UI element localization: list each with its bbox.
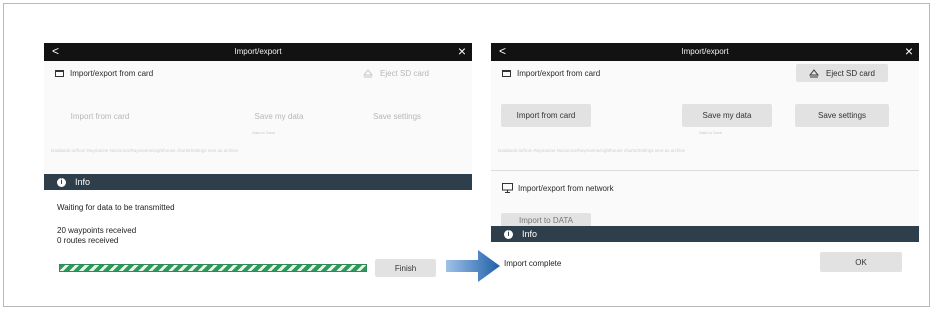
title-bar: < Import/export × [44, 43, 472, 61]
page-title: Import/export [234, 47, 282, 56]
progress-fill [60, 265, 366, 271]
import-from-card-button[interactable]: Import from card [55, 105, 145, 127]
right-screen: < Import/export × Import/export from car… [491, 43, 919, 284]
info-label: Info [75, 177, 91, 187]
card-section-label: Import/export from card [70, 69, 154, 78]
import-from-card-button[interactable]: Import from card [501, 104, 591, 127]
info-icon: i [57, 177, 66, 187]
figure-frame: < Import/export × Import/export from car… [3, 3, 930, 307]
status-message: Waiting for data to be transmitted [57, 203, 175, 212]
import-complete-message: Import complete [504, 259, 562, 268]
monitor-icon [502, 183, 513, 193]
card-fineprint: Databank to/from Raymarine Navionics/Ray… [498, 148, 686, 153]
network-section-label: Import/export from network [518, 184, 614, 193]
left-screen: < Import/export × Import/export from car… [44, 43, 472, 284]
info-icon: i [504, 229, 513, 239]
eject-sd-button[interactable]: Eject SD card [350, 64, 442, 82]
waypoints-count: 20 waypoints received [57, 226, 137, 235]
card-section-label: Import/export from card [517, 69, 601, 78]
close-icon[interactable]: × [905, 44, 913, 58]
save-settings-button[interactable]: Save settings [347, 105, 447, 127]
close-icon[interactable]: × [458, 44, 466, 58]
page-title: Import/export [681, 47, 729, 56]
info-dialog-header: i Info [44, 174, 472, 190]
network-section-heading: Import/export from network [502, 183, 614, 193]
eject-label: Eject SD card [380, 68, 429, 78]
card-section-heading: Import/export from card [502, 69, 600, 78]
save-my-data-button[interactable]: Save my data [682, 104, 772, 127]
save-my-data-button[interactable]: Save my data [234, 105, 324, 127]
save-settings-button[interactable]: Save settings [795, 104, 889, 127]
eject-icon [809, 68, 820, 77]
ok-button[interactable]: OK [820, 252, 902, 272]
routes-count: 0 routes received [57, 236, 119, 245]
finish-button[interactable]: Finish [375, 259, 436, 277]
eject-icon [363, 68, 374, 77]
title-bar: < Import/export × [491, 43, 919, 61]
arrow-right-icon [446, 250, 500, 282]
card-icon [55, 70, 64, 77]
transfer-progress-bar [59, 264, 367, 272]
card-fineprint: Databank to/from Raymarine Navionics/Ray… [51, 148, 239, 153]
card-icon [502, 70, 511, 77]
section-divider [491, 170, 919, 171]
eject-sd-button[interactable]: Eject SD card [796, 64, 888, 82]
save-data-caption: Data to Save [252, 130, 276, 135]
info-dialog-header: i Info [491, 226, 919, 242]
save-data-caption: Data to Save [699, 130, 723, 135]
eject-label: Eject SD card [826, 68, 875, 78]
card-section-heading: Import/export from card [55, 69, 153, 78]
info-label: Info [522, 229, 538, 239]
